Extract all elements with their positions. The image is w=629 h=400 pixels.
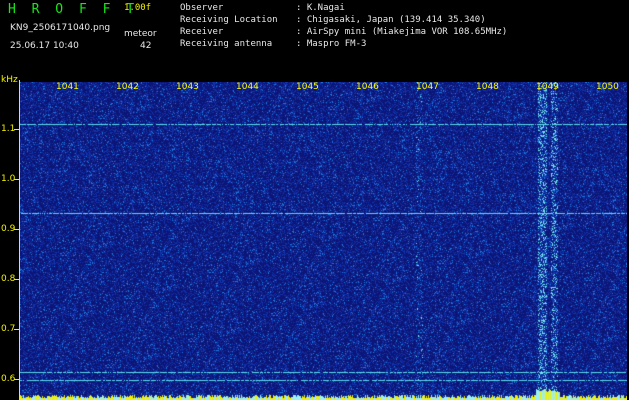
freq-tick-1042: 1042 bbox=[116, 82, 139, 92]
freq-tick-1047: 1047 bbox=[416, 82, 439, 92]
meteor-count-value: 42 bbox=[140, 41, 152, 51]
time-axis-line bbox=[19, 80, 20, 400]
frequency-axis: 1041 1042 1043 1044 1045 1046 1047 1048 … bbox=[20, 75, 627, 92]
info-label-observer: Observer bbox=[180, 3, 224, 13]
freq-tick-1046: 1046 bbox=[356, 82, 379, 92]
info-label-location: Receiving Location bbox=[180, 15, 278, 25]
freq-tick-1044: 1044 bbox=[236, 82, 259, 92]
spectrogram-canvas bbox=[20, 82, 627, 400]
freq-tick-1041: 1041 bbox=[56, 82, 79, 92]
freq-tick-1043: 1043 bbox=[176, 82, 199, 92]
time-mark-1-1 bbox=[14, 129, 20, 130]
freq-tick-1048: 1048 bbox=[476, 82, 499, 92]
info-value-location: : Chigasaki, Japan (139.414 35.340) bbox=[296, 15, 486, 25]
info-value-antenna: : Maspro FM-3 bbox=[296, 39, 367, 49]
frequency-unit-label: kHz bbox=[1, 75, 18, 85]
file-name: KN9_2506171040.png bbox=[10, 23, 111, 33]
info-label-antenna: Receiving antenna bbox=[180, 39, 273, 49]
time-mark-1-0 bbox=[14, 179, 20, 180]
freq-tick-1050: 1050 bbox=[596, 82, 619, 92]
time-mark-0-8 bbox=[14, 279, 20, 280]
freq-tick-1045: 1045 bbox=[296, 82, 319, 92]
capture-datetime: 25.06.17 10:40 bbox=[10, 41, 79, 51]
spectrogram-area bbox=[20, 82, 627, 400]
info-value-observer: : K.Nagai bbox=[296, 3, 345, 13]
freq-tick-1049: 1049 bbox=[536, 82, 559, 92]
time-mark-0-7 bbox=[14, 329, 20, 330]
app-brand: H R O F F T bbox=[8, 2, 139, 17]
time-mark-0-9 bbox=[14, 229, 20, 230]
info-label-receiver: Receiver bbox=[180, 27, 224, 37]
meteor-count-label: meteor bbox=[124, 29, 157, 39]
hrofft-window: H R O F F T 1.00f KN9_2506171040.png 25.… bbox=[0, 0, 629, 400]
app-version: 1.00f bbox=[124, 3, 152, 13]
time-mark-0-6 bbox=[14, 379, 20, 380]
info-value-receiver: : AirSpy mini (Miakejima VOR 108.65MHz) bbox=[296, 27, 508, 37]
